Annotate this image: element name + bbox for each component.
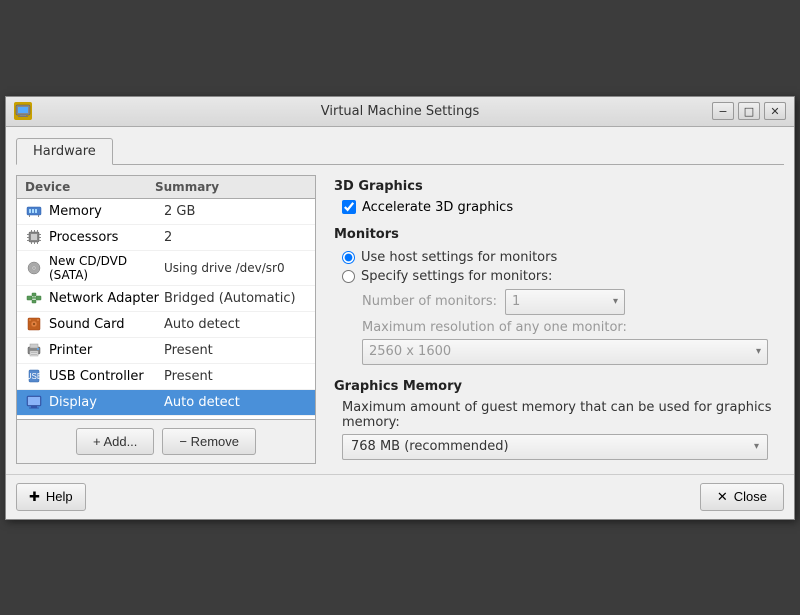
graphics-memory-description: Maximum amount of guest memory that can … — [334, 400, 776, 430]
printer-icon — [25, 341, 43, 359]
titlebar-left — [14, 102, 32, 120]
radio-specify-row: Specify settings for monitors: — [334, 267, 776, 286]
graphics-memory-title: Graphics Memory — [334, 379, 776, 394]
device-summary-display: Auto detect — [164, 395, 240, 410]
max-resolution-arrow: ▾ — [756, 346, 761, 357]
titlebar: Virtual Machine Settings − □ ✕ — [6, 97, 794, 127]
help-button[interactable]: ✚ Help — [16, 483, 86, 511]
accelerate-checkbox[interactable] — [342, 200, 356, 214]
device-name-processors: Processors — [49, 230, 164, 245]
graphics-memory-arrow: ▾ — [754, 441, 759, 452]
graphics-memory-section: Graphics Memory Maximum amount of guest … — [334, 379, 776, 460]
close-button[interactable]: ✕ — [764, 102, 786, 120]
minimize-button[interactable]: − — [712, 102, 734, 120]
help-label: Help — [46, 489, 73, 504]
device-panel: Device Summary — [16, 175, 316, 464]
close-x-icon: ✕ — [717, 489, 728, 505]
bottom-bar: ✚ Help ✕ Close — [6, 474, 794, 519]
device-name-cdrom: New CD/DVD (SATA) — [49, 254, 164, 282]
graphics-memory-value: 768 MB (recommended) — [351, 439, 509, 454]
device-row-memory[interactable]: Memory 2 GB — [17, 199, 315, 225]
help-icon: ✚ — [29, 489, 40, 505]
device-row-cdrom[interactable]: New CD/DVD (SATA) Using drive /dev/sr0 — [17, 251, 315, 286]
svg-text:USB: USB — [26, 372, 42, 381]
memory-icon — [25, 202, 43, 220]
device-row-soundcard[interactable]: Sound Card Auto detect — [17, 312, 315, 338]
display-icon — [25, 393, 43, 411]
monitors-title: Monitors — [334, 227, 776, 242]
soundcard-icon — [25, 315, 43, 333]
device-summary-usb: Present — [164, 369, 213, 384]
max-resolution-select[interactable]: 2560 x 1600 ▾ — [362, 339, 768, 365]
usb-icon: USB — [25, 367, 43, 385]
radio-host-row: Use host settings for monitors — [334, 248, 776, 267]
radio-host-label[interactable]: Use host settings for monitors — [361, 250, 557, 265]
tab-hardware[interactable]: Hardware — [16, 138, 113, 165]
device-summary-cdrom: Using drive /dev/sr0 — [164, 261, 285, 275]
device-summary-network: Bridged (Automatic) — [164, 291, 296, 306]
accelerate-label[interactable]: Accelerate 3D graphics — [362, 200, 513, 215]
app-icon — [14, 102, 32, 120]
device-row-usb[interactable]: USB USB Controller Present — [17, 364, 315, 390]
processors-icon — [25, 228, 43, 246]
device-name-network: Network Adapter — [49, 291, 164, 306]
num-monitors-row: Number of monitors: 1 ▾ — [354, 286, 776, 318]
window-body: Hardware Device Summary — [6, 127, 794, 474]
close-label: Close — [734, 489, 767, 504]
col-device-header: Device — [25, 180, 155, 194]
radio-specify-label[interactable]: Specify settings for monitors: — [361, 269, 552, 284]
max-resolution-select-row: 2560 x 1600 ▾ — [354, 337, 776, 367]
device-summary-printer: Present — [164, 343, 213, 358]
device-name-soundcard: Sound Card — [49, 317, 164, 332]
add-button[interactable]: + Add... — [76, 428, 154, 455]
device-row-processors[interactable]: Processors 2 — [17, 225, 315, 251]
device-row-printer[interactable]: Printer Present — [17, 338, 315, 364]
settings-panel: 3D Graphics Accelerate 3D graphics Monit… — [326, 175, 784, 464]
device-summary-soundcard: Auto detect — [164, 317, 240, 332]
num-monitors-arrow: ▾ — [613, 296, 618, 307]
max-resolution-label-row: Maximum resolution of any one monitor: — [354, 318, 776, 337]
device-summary-memory: 2 GB — [164, 204, 195, 219]
device-name-memory: Memory — [49, 204, 164, 219]
device-buttons: + Add... − Remove — [17, 419, 315, 463]
close-dialog-button[interactable]: ✕ Close — [700, 483, 784, 511]
graphics-section: 3D Graphics Accelerate 3D graphics — [334, 179, 776, 215]
max-resolution-value: 2560 x 1600 — [369, 344, 451, 359]
monitors-section: Monitors Use host settings for monitors … — [334, 227, 776, 367]
titlebar-controls: − □ ✕ — [712, 102, 786, 120]
device-list: Memory 2 GB — [17, 199, 315, 419]
radio-host[interactable] — [342, 251, 355, 264]
max-resolution-label: Maximum resolution of any one monitor: — [362, 320, 627, 335]
device-row-display[interactable]: Display Auto detect — [17, 390, 315, 416]
device-table-header: Device Summary — [17, 176, 315, 199]
content-area: Device Summary — [16, 175, 784, 464]
device-name-printer: Printer — [49, 343, 164, 358]
radio-specify[interactable] — [342, 270, 355, 283]
num-monitors-value: 1 — [512, 294, 520, 309]
window-title: Virtual Machine Settings — [321, 104, 479, 119]
maximize-button[interactable]: □ — [738, 102, 760, 120]
num-monitors-select[interactable]: 1 ▾ — [505, 289, 625, 315]
device-row-network[interactable]: Network Adapter Bridged (Automatic) — [17, 286, 315, 312]
accelerate-row: Accelerate 3D graphics — [334, 200, 776, 215]
col-summary-header: Summary — [155, 180, 307, 194]
cdrom-icon — [25, 259, 43, 277]
num-monitors-label: Number of monitors: — [362, 294, 497, 309]
main-window: Virtual Machine Settings − □ ✕ Hardware … — [5, 96, 795, 520]
graphics-memory-select[interactable]: 768 MB (recommended) ▾ — [342, 434, 768, 460]
network-icon — [25, 289, 43, 307]
device-summary-processors: 2 — [164, 230, 172, 245]
device-name-display: Display — [49, 395, 164, 410]
tab-bar: Hardware — [16, 137, 784, 165]
graphics-title: 3D Graphics — [334, 179, 776, 194]
device-name-usb: USB Controller — [49, 369, 164, 384]
remove-button[interactable]: − Remove — [162, 428, 256, 455]
